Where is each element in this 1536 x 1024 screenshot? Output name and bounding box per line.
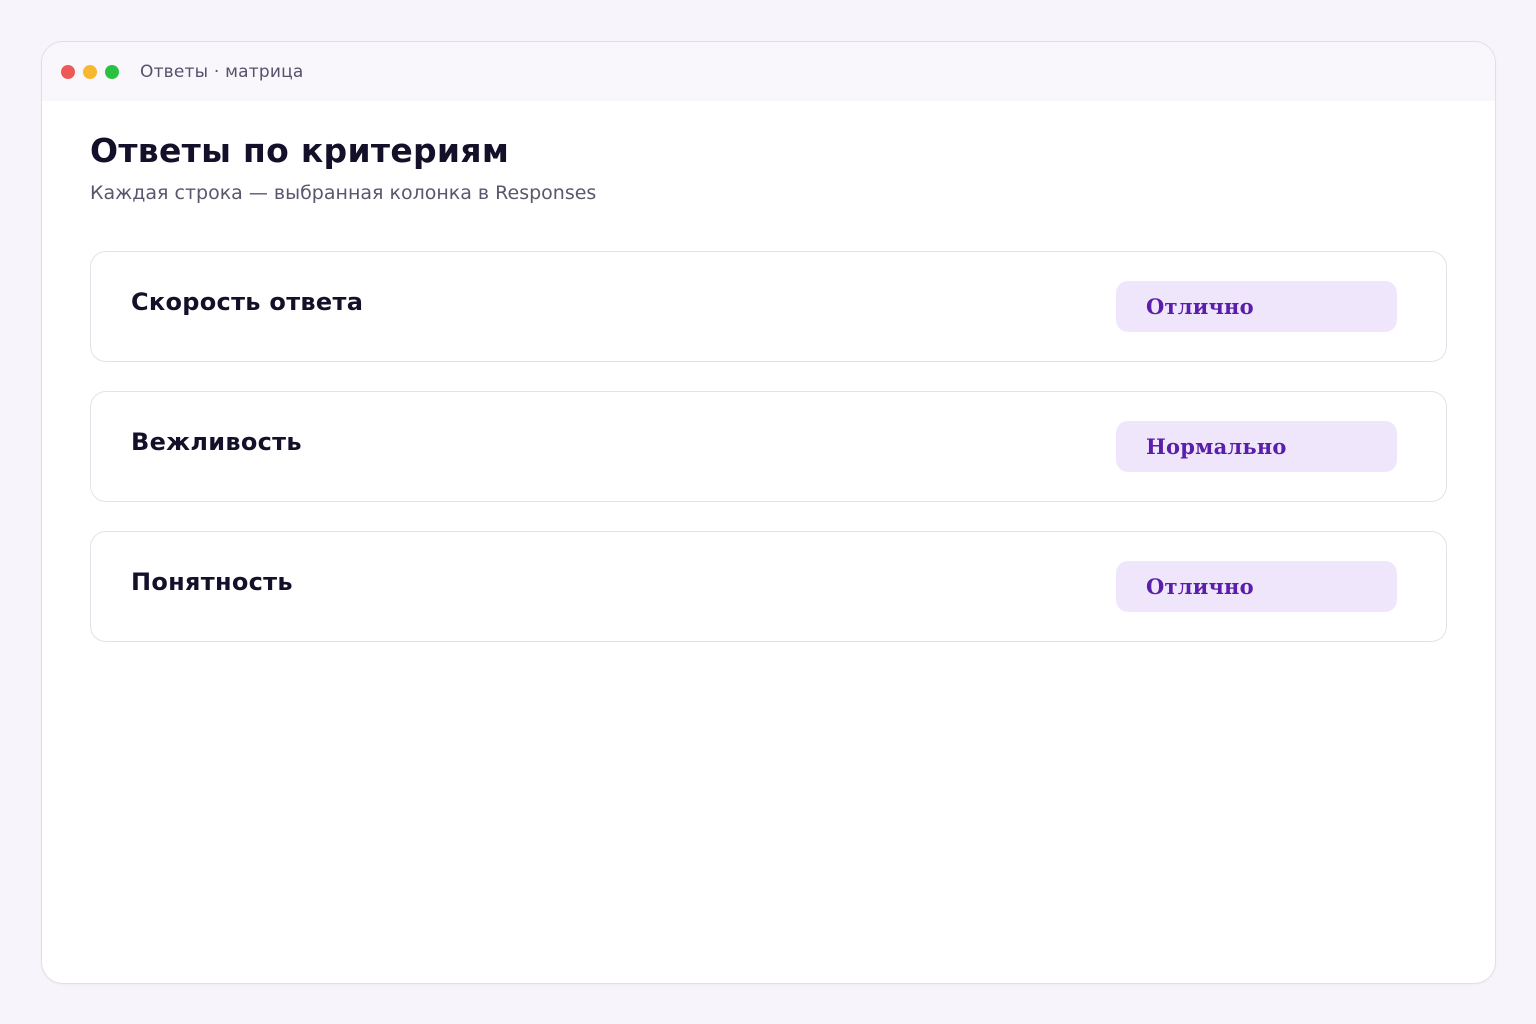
page-subtitle: Каждая строка — выбранная колонка в Resp… (90, 182, 597, 204)
maximize-window-button[interactable] (105, 64, 119, 79)
answer-badge[interactable]: Отлично (1116, 561, 1397, 612)
criteria-row-clarity: Понятность Отлично (90, 531, 1447, 642)
criteria-label: Понятность (131, 568, 293, 596)
criteria-label: Скорость ответа (131, 288, 364, 316)
answer-badge[interactable]: Отлично (1116, 281, 1397, 332)
window-title: Ответы · матрица (140, 61, 304, 82)
app-window: Ответы · матрица Ответы по критериям Каж… (41, 41, 1496, 984)
close-window-button[interactable] (61, 64, 75, 79)
criteria-row-speed: Скорость ответа Отлично (90, 251, 1447, 362)
criteria-list: Скорость ответа Отлично Вежливость Норма… (90, 251, 1447, 642)
criteria-row-politeness: Вежливость Нормально (90, 391, 1447, 502)
window-titlebar: Ответы · матрица (42, 42, 1495, 101)
criteria-label: Вежливость (131, 428, 302, 456)
answer-badge[interactable]: Нормально (1116, 421, 1397, 472)
page-title: Ответы по критериям (90, 131, 510, 170)
main-content: Ответы по критериям Каждая строка — выбр… (42, 101, 1495, 642)
minimize-window-button[interactable] (83, 64, 97, 79)
